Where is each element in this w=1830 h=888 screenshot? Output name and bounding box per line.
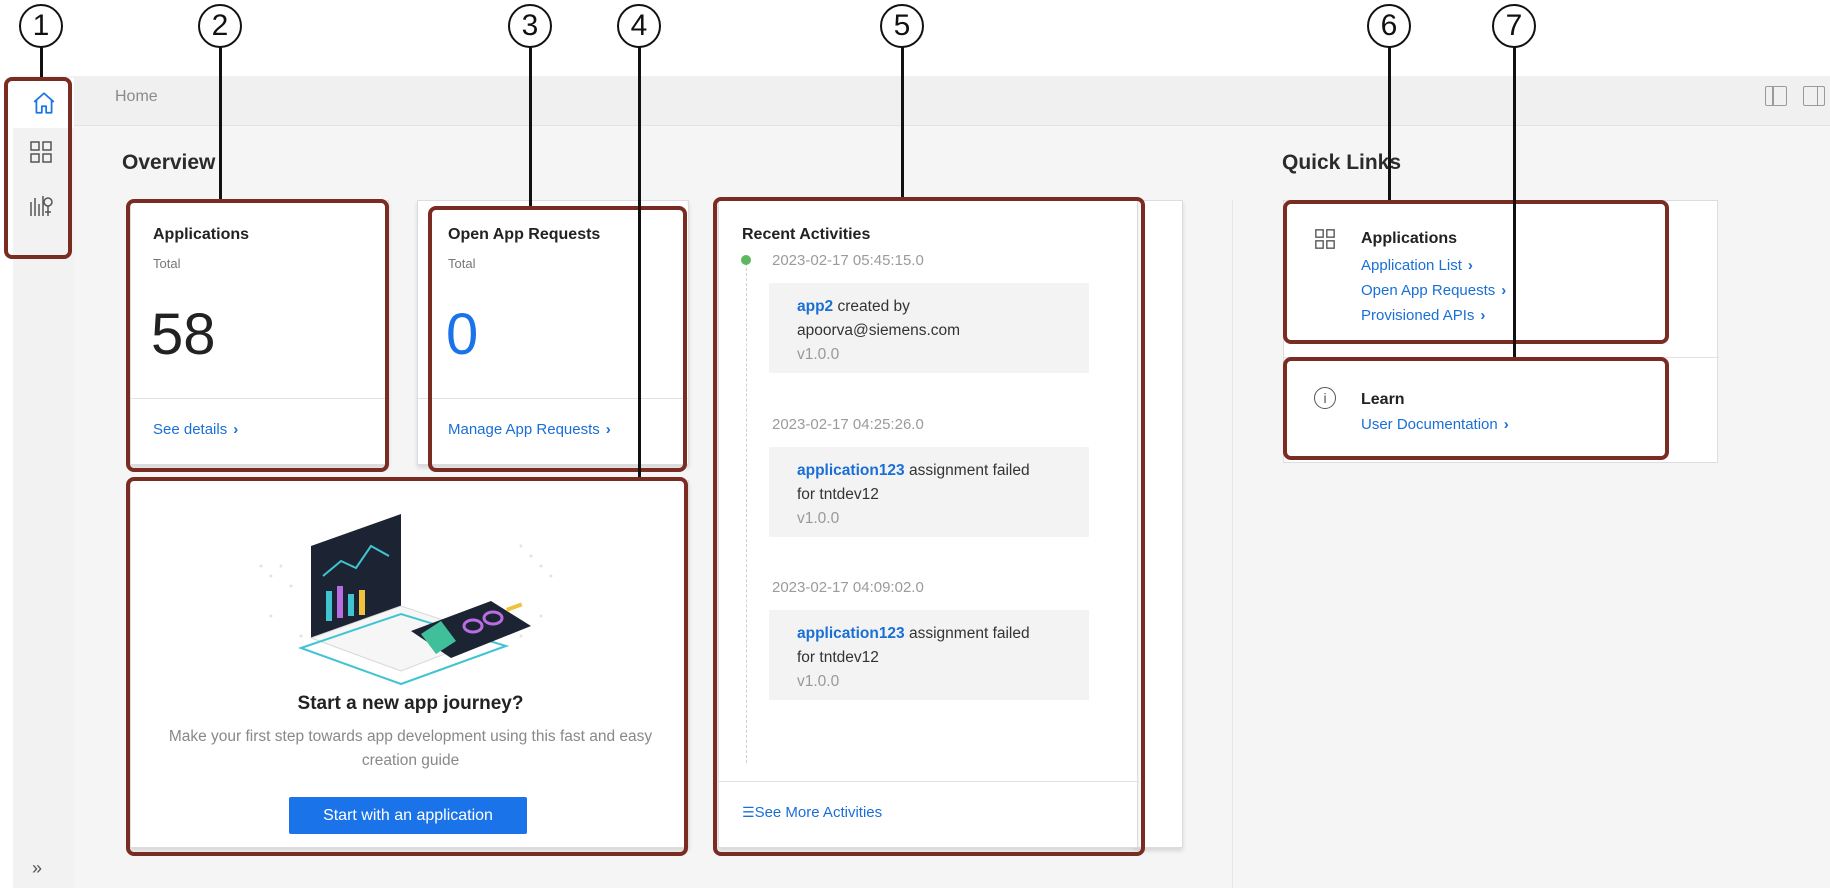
activity-version: v1.0.0 bbox=[797, 673, 840, 690]
journey-description: Make your first step towards app develop… bbox=[168, 728, 653, 769]
activity-line2: for tntdev12 bbox=[797, 649, 879, 666]
annotation-line-4 bbox=[638, 47, 641, 477]
chevron-right-icon: › bbox=[1503, 416, 1509, 433]
activity-timestamp: 2023-02-17 05:45:15.0 bbox=[772, 252, 924, 269]
open-app-requests-label: Open App Requests bbox=[1361, 282, 1496, 299]
quick-links-title: Quick Links bbox=[1282, 151, 1402, 174]
activity-item: app2 created by apoorva@siemens.com v1.0… bbox=[769, 283, 1089, 373]
list-icon: ☰ bbox=[742, 804, 755, 820]
open-requests-count: 0 bbox=[446, 302, 479, 367]
manage-app-requests-link[interactable]: Manage App Requests › bbox=[448, 421, 611, 438]
open-app-requests-link[interactable]: Open App Requests › bbox=[1361, 282, 1506, 299]
journey-illustration bbox=[241, 506, 581, 686]
see-details-label: See details bbox=[153, 421, 228, 438]
annotation-line-3 bbox=[529, 47, 532, 206]
status-dot bbox=[741, 255, 751, 265]
see-more-label: See More Activities bbox=[754, 804, 883, 821]
activity-line2: apoorva@siemens.com bbox=[797, 322, 961, 339]
see-more-activities-link[interactable]: ☰See More Activities bbox=[742, 804, 882, 821]
journey-title: Start a new app journey? bbox=[297, 693, 524, 714]
overview-title: Overview bbox=[122, 151, 216, 174]
breadcrumb-home[interactable]: Home bbox=[115, 88, 158, 106]
application-list-link[interactable]: Application List › bbox=[1361, 257, 1473, 274]
activities-divider bbox=[719, 781, 1139, 782]
info-icon: i bbox=[1314, 387, 1336, 409]
sidebar-item-apis[interactable] bbox=[21, 187, 61, 227]
activity-app-link[interactable]: app2 bbox=[797, 298, 833, 315]
sidebar-item-home[interactable] bbox=[13, 78, 74, 128]
layout-left-panel-icon[interactable] bbox=[1765, 86, 1787, 106]
annotation-number-5: 5 bbox=[880, 4, 924, 48]
home-icon bbox=[24, 83, 64, 123]
activities-card-shadow bbox=[1135, 200, 1183, 848]
layout-right-panel-icon[interactable] bbox=[1803, 86, 1825, 106]
chevron-right-icon: › bbox=[1467, 257, 1473, 274]
activity-text: assignment failed bbox=[904, 462, 1030, 479]
sidebar-item-apps[interactable] bbox=[21, 134, 61, 174]
annotation-number-6: 6 bbox=[1367, 4, 1411, 48]
manage-app-requests-label: Manage App Requests bbox=[448, 421, 600, 438]
open-app-requests-card: Open App Requests Total 0 Manage App Req… bbox=[417, 200, 690, 465]
column-divider bbox=[1232, 200, 1233, 888]
requests-card-divider bbox=[418, 398, 690, 399]
quick-links-divider bbox=[1284, 357, 1719, 358]
activity-item: application123 assignment failed for tnt… bbox=[769, 610, 1089, 700]
applications-card-divider bbox=[131, 398, 390, 399]
applications-card-title: Applications bbox=[153, 226, 250, 243]
activity-version: v1.0.0 bbox=[797, 346, 840, 363]
grid-icon bbox=[1314, 228, 1336, 255]
activities-title: Recent Activities bbox=[742, 226, 871, 243]
provisioned-apis-label: Provisioned APIs bbox=[1361, 307, 1475, 324]
user-documentation-link[interactable]: User Documentation › bbox=[1361, 416, 1509, 433]
annotation-number-4: 4 bbox=[617, 4, 661, 48]
activity-item: application123 assignment failed for tnt… bbox=[769, 447, 1089, 537]
requests-card-title: Open App Requests bbox=[448, 226, 601, 243]
quick-links-card: Applications Application List › Open App … bbox=[1283, 200, 1719, 463]
quick-links-applications-label: Applications bbox=[1361, 230, 1458, 247]
api-icon bbox=[28, 192, 54, 223]
activity-line2: for tntdev12 bbox=[797, 486, 879, 503]
chevron-right-icon: › bbox=[1501, 282, 1507, 299]
user-documentation-label: User Documentation bbox=[1361, 416, 1498, 433]
expand-sidebar-button[interactable]: » bbox=[32, 858, 42, 879]
applications-card: Applications Total 58 See details › bbox=[130, 200, 390, 465]
grid-icon bbox=[29, 140, 53, 169]
applications-count: 58 bbox=[151, 302, 216, 367]
activity-text: created by bbox=[833, 298, 910, 315]
activity-timestamp: 2023-02-17 04:09:02.0 bbox=[772, 579, 924, 596]
annotation-number-7: 7 bbox=[1492, 4, 1536, 48]
provisioned-apis-link[interactable]: Provisioned APIs › bbox=[1361, 307, 1485, 324]
timeline-line bbox=[746, 263, 747, 763]
annotation-line-1 bbox=[40, 44, 43, 77]
activity-timestamp: 2023-02-17 04:25:26.0 bbox=[772, 416, 924, 433]
annotation-line-5 bbox=[901, 47, 904, 197]
start-with-application-button[interactable]: Start with an application bbox=[289, 797, 527, 834]
new-app-journey-card: Start a new app journey? Make your first… bbox=[130, 480, 689, 848]
activity-text: assignment failed bbox=[904, 625, 1030, 642]
annotation-number-2: 2 bbox=[198, 4, 242, 48]
annotation-line-2 bbox=[219, 47, 222, 199]
applications-card-subtitle: Total bbox=[153, 256, 181, 271]
learn-label: Learn bbox=[1361, 391, 1405, 408]
annotation-number-1: 1 bbox=[19, 4, 63, 48]
annotation-line-6 bbox=[1388, 47, 1391, 200]
chevron-right-icon: › bbox=[233, 421, 239, 438]
activity-app-link[interactable]: application123 bbox=[797, 462, 905, 479]
activity-app-link[interactable]: application123 bbox=[797, 625, 905, 642]
annotation-line-7 bbox=[1513, 47, 1516, 357]
see-details-link[interactable]: See details › bbox=[153, 421, 238, 438]
chevron-right-icon: › bbox=[1480, 307, 1486, 324]
activity-version: v1.0.0 bbox=[797, 510, 840, 527]
requests-card-subtitle: Total bbox=[448, 256, 476, 271]
top-bar bbox=[74, 76, 1830, 126]
application-list-label: Application List bbox=[1361, 257, 1462, 274]
chevron-right-icon: › bbox=[605, 421, 611, 438]
annotation-number-3: 3 bbox=[508, 4, 552, 48]
recent-activities-card: Recent Activities 2023-02-17 05:45:15.0 … bbox=[718, 200, 1139, 848]
